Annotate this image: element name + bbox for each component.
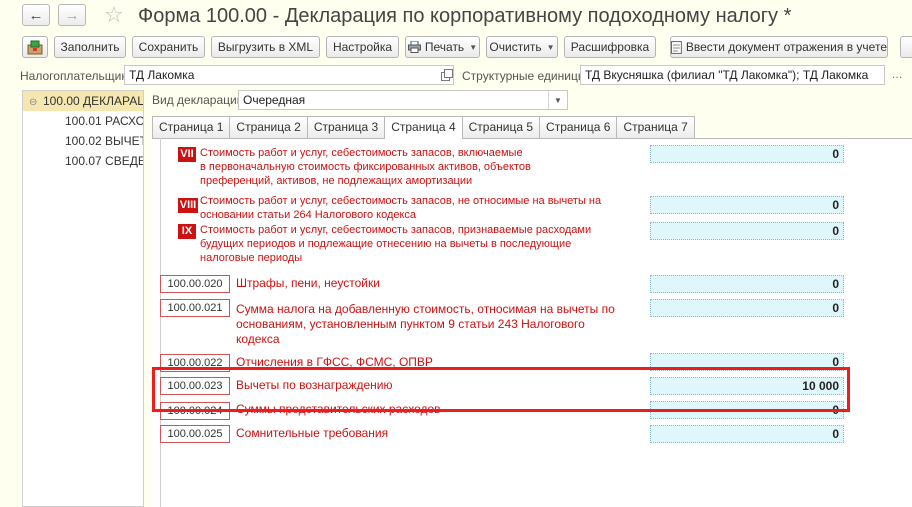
row-020-value[interactable]: 0 (650, 275, 844, 293)
row-021-value[interactable]: 0 (650, 299, 844, 317)
text-line: преференций, активов, не подлежащих амор… (200, 175, 473, 187)
text-line: основании статьи 264 Налогового кодекса (200, 209, 417, 221)
collapse-icon[interactable]: ⊖ (29, 93, 43, 111)
taxpayer-label: Налогоплательщик: (20, 69, 130, 83)
row-020-label: Штрафы, пени, неустойки (236, 276, 380, 290)
forward-arrow-icon: → (64, 6, 80, 24)
tab-page-4[interactable]: Страница 4 (384, 116, 463, 139)
text-line: Сумма налога на добавленную стоимость, о… (236, 302, 615, 316)
chevron-down-icon[interactable]: ▼ (548, 91, 567, 109)
tree-item-label: 100.00 ДЕКЛАРАЦИЯ (43, 94, 143, 108)
highlight-frame (152, 367, 850, 412)
tab-page-1[interactable]: Страница 1 (152, 116, 231, 138)
row-021-code: 100.00.021 (160, 299, 230, 317)
select-ellipsis-icon[interactable]: … (888, 66, 906, 84)
document-icon (671, 40, 682, 54)
decl-type-select[interactable]: Очередная (238, 90, 568, 110)
printer-icon (407, 41, 421, 53)
print-label: Печать (424, 40, 465, 54)
units-field[interactable]: ТД Вкусняшка (филиал "ТД Лакомка"); ТД Л… (580, 65, 885, 85)
tab-page-2[interactable]: Страница 2 (229, 116, 308, 138)
chevron-down-icon: ▼ (546, 42, 555, 52)
section-ix-value[interactable]: 0 (650, 222, 844, 240)
row-020-code: 100.00.020 (160, 275, 230, 293)
post-icon (27, 40, 43, 55)
units-label: Структурные единицы: (462, 69, 590, 83)
enter-document-label: Ввести документ отражения в учете (685, 40, 887, 54)
settings-button[interactable]: Настройка (326, 36, 399, 58)
clear-button[interactable]: Очистить ▼ (486, 36, 558, 58)
tree-item-100-07[interactable]: 100.07 СВЕДЕНИЯ (23, 151, 143, 171)
row-025-code: 100.00.025 (160, 425, 230, 443)
tree-item-100-01[interactable]: 100.01 РАСХОДЫ (23, 111, 143, 131)
taxpayer-field[interactable]: ТД Лакомка (124, 65, 454, 85)
tab-page-5[interactable]: Страница 5 (461, 116, 541, 138)
section-viii-text: Стоимость работ и услуг, себестоимость з… (200, 194, 601, 222)
tab-page-6[interactable]: Страница 6 (539, 116, 618, 138)
decl-type-label: Вид декларации: (152, 93, 247, 107)
tab-page-3[interactable]: Страница 3 (306, 116, 386, 138)
tree-item-100-02[interactable]: 100.02 ВЫЧЕТЫ (23, 131, 143, 151)
section-vii-value[interactable]: 0 (650, 145, 844, 163)
favorite-star-icon[interactable]: ☆ (104, 2, 124, 28)
open-link-icon[interactable] (438, 66, 456, 84)
chevron-down-icon: ▼ (469, 42, 478, 52)
text-line: будущих периодов и подлежащие отнесению … (200, 238, 572, 250)
text-line: основаниям, установленным пунктом 9 стат… (236, 317, 585, 331)
text-line: Стоимость работ и услуг, себестоимость з… (200, 224, 592, 236)
text-line: Стоимость работ и услуг, себестоимость з… (200, 195, 602, 207)
toolbar: Заполнить Сохранить Выгрузить в XML Наст… (0, 36, 912, 60)
row-025-label: Сомнительные требования (236, 426, 389, 440)
export-xml-button[interactable]: Выгрузить в XML (211, 36, 320, 58)
tab-page-7[interactable]: Страница 7 (616, 116, 695, 138)
forward-button[interactable]: → (58, 4, 86, 26)
section-viii-value[interactable]: 0 (650, 196, 844, 214)
row-021-label: Сумма налога на добавленную стоимость, о… (236, 302, 615, 347)
section-ix-text: Стоимость работ и услуг, себестоимость з… (200, 223, 591, 265)
text-line: налоговые периоды (200, 252, 303, 264)
clear-label: Очистить (489, 40, 542, 54)
section-viii-badge: VIII (178, 198, 198, 213)
section-tree: ⊖100.00 ДЕКЛАРАЦИЯ 100.01 РАСХОДЫ 100.02… (22, 90, 144, 507)
title-bar: ← → ☆ Форма 100.00 - Декларация по корпо… (0, 0, 912, 34)
save-button[interactable]: Сохранить (132, 36, 205, 58)
fill-button[interactable]: Заполнить (54, 36, 126, 58)
back-button[interactable]: ← (22, 4, 50, 26)
tree-item-100-00[interactable]: ⊖100.00 ДЕКЛАРАЦИЯ (23, 91, 143, 111)
print-button[interactable]: Печать ▼ (405, 36, 480, 58)
back-arrow-icon: ← (28, 6, 44, 24)
more-button[interactable] (900, 36, 912, 58)
section-vii-badge: VII (178, 147, 196, 162)
text-line: Стоимость работ и услуг, себестоимость з… (200, 147, 523, 159)
post-document-button[interactable] (22, 36, 48, 58)
window-title: Форма 100.00 - Декларация по корпоративн… (138, 5, 792, 27)
page-tabs: Страница 1 Страница 2 Страница 3 Страниц… (152, 116, 695, 139)
section-vii-text: Стоимость работ и услуг, себестоимость з… (200, 146, 531, 188)
enter-document-button[interactable]: Ввести документ отражения в учете (670, 36, 888, 58)
row-025-value[interactable]: 0 (650, 425, 844, 443)
divider (160, 138, 161, 507)
text-line: кодекса (236, 332, 280, 346)
breakdown-button[interactable]: Расшифровка (564, 36, 656, 58)
text-line: в первоначальную стоимость фиксированных… (200, 161, 531, 173)
section-ix-badge: IX (178, 224, 196, 239)
